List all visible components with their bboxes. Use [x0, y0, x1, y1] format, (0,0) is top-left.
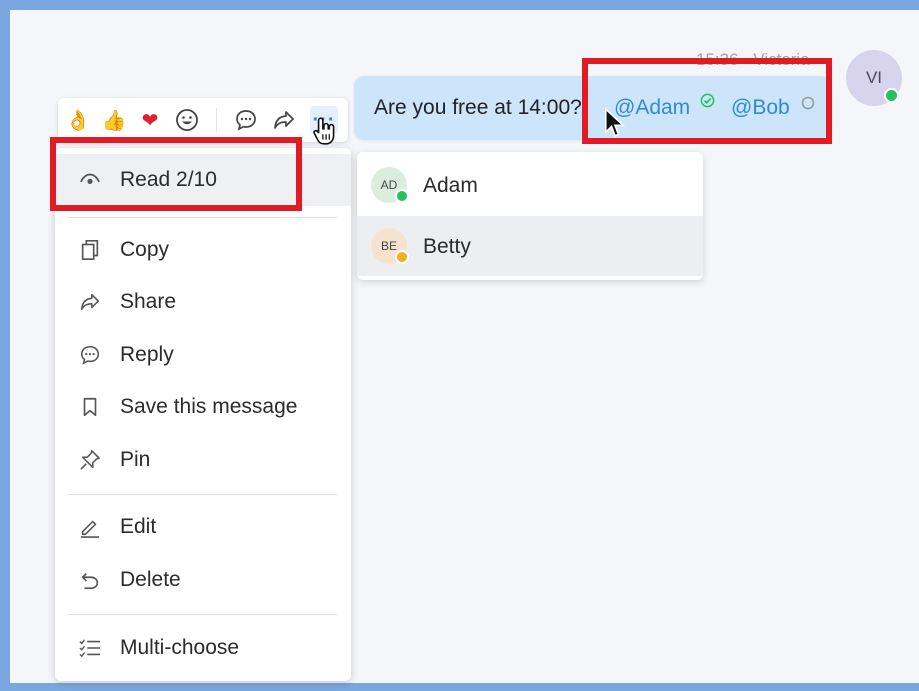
message-text: Are you free at 14:00? [374, 96, 582, 119]
user-avatar: BE [371, 228, 409, 264]
user-name: Betty [423, 235, 471, 258]
unread-circle-icon [801, 96, 815, 110]
reaction-thumbs-up[interactable]: 👍 [100, 106, 128, 134]
message-bubble[interactable]: Are you free at 14:00? @Adam @Bob [354, 76, 831, 140]
message-meta: 15:36 Victoria [696, 50, 810, 70]
forward-icon [274, 111, 294, 129]
smile-icon [176, 109, 198, 131]
menu-item-multi-choose[interactable]: Multi-choose [55, 622, 351, 674]
online-status-dot [395, 189, 409, 203]
reply-button[interactable] [232, 106, 260, 134]
menu-item-label: Pin [120, 448, 151, 471]
chat-window: 15:36 Victoria VI Are you free at 14:00?… [0, 0, 919, 691]
menu-item-read-status[interactable]: Read 2/10 [55, 154, 351, 206]
toolbar-divider [216, 108, 217, 132]
mention-option-betty[interactable]: BE Betty [357, 216, 703, 276]
menu-item-edit[interactable]: Edit [55, 501, 351, 553]
share-icon [77, 289, 103, 315]
checklist-icon [77, 635, 103, 661]
menu-item-label: Copy [120, 238, 170, 261]
user-name: Adam [423, 174, 478, 197]
avatar-initials: AD [380, 178, 398, 192]
arrow-cursor-icon [604, 108, 626, 137]
copy-icon [77, 237, 103, 263]
eye-icon [77, 167, 103, 193]
mention-option-adam[interactable]: AD Adam [357, 155, 703, 215]
reply-icon [77, 342, 103, 368]
mention-suggestion-list: AD Adam BE Betty [357, 152, 703, 280]
avatar-initials: VI [865, 68, 883, 87]
menu-divider [67, 614, 337, 615]
menu-item-copy[interactable]: Copy [55, 224, 351, 276]
forward-button[interactable] [270, 106, 298, 134]
menu-item-pin[interactable]: Pin [55, 434, 351, 486]
reaction-ok[interactable]: 👌 [64, 106, 92, 134]
menu-item-label: Multi-choose [120, 636, 240, 659]
menu-item-save-message[interactable]: Save this message [55, 381, 351, 433]
message-time: 15:36 [696, 50, 739, 69]
mention-bob[interactable]: @Bob [731, 96, 790, 120]
away-status-dot [395, 250, 409, 264]
read-check-icon [700, 93, 715, 108]
menu-item-delete[interactable]: Delete [55, 554, 351, 606]
edit-icon [77, 514, 103, 540]
reply-bubble-icon [236, 110, 256, 131]
avatar-initials: BE [380, 239, 397, 253]
menu-item-share[interactable]: Share [55, 276, 351, 328]
hand-cursor-icon [313, 117, 335, 145]
message-action-toolbar: 👌 👍 ❤ ··· [58, 98, 348, 142]
reaction-smile[interactable] [173, 106, 201, 134]
menu-divider [67, 494, 337, 495]
bookmark-icon [77, 394, 103, 420]
menu-item-label: Read 2/10 [120, 168, 217, 191]
online-status-dot [884, 88, 899, 103]
menu-item-label: Share [120, 290, 177, 313]
menu-item-reply[interactable]: Reply [55, 329, 351, 381]
message-sender: Victoria [753, 50, 810, 69]
menu-divider [67, 217, 337, 218]
pin-icon [77, 447, 103, 473]
undo-icon [77, 567, 103, 593]
menu-item-label: Reply [120, 343, 174, 366]
sender-avatar[interactable]: VI [846, 50, 902, 106]
menu-item-label: Delete [120, 568, 181, 591]
menu-item-label: Edit [120, 515, 157, 538]
menu-item-label: Save this message [120, 395, 298, 418]
user-avatar: AD [371, 167, 409, 203]
reaction-heart[interactable]: ❤ [136, 106, 164, 134]
message-context-menu: Read 2/10 Copy Share Reply Save this mes… [55, 148, 351, 681]
